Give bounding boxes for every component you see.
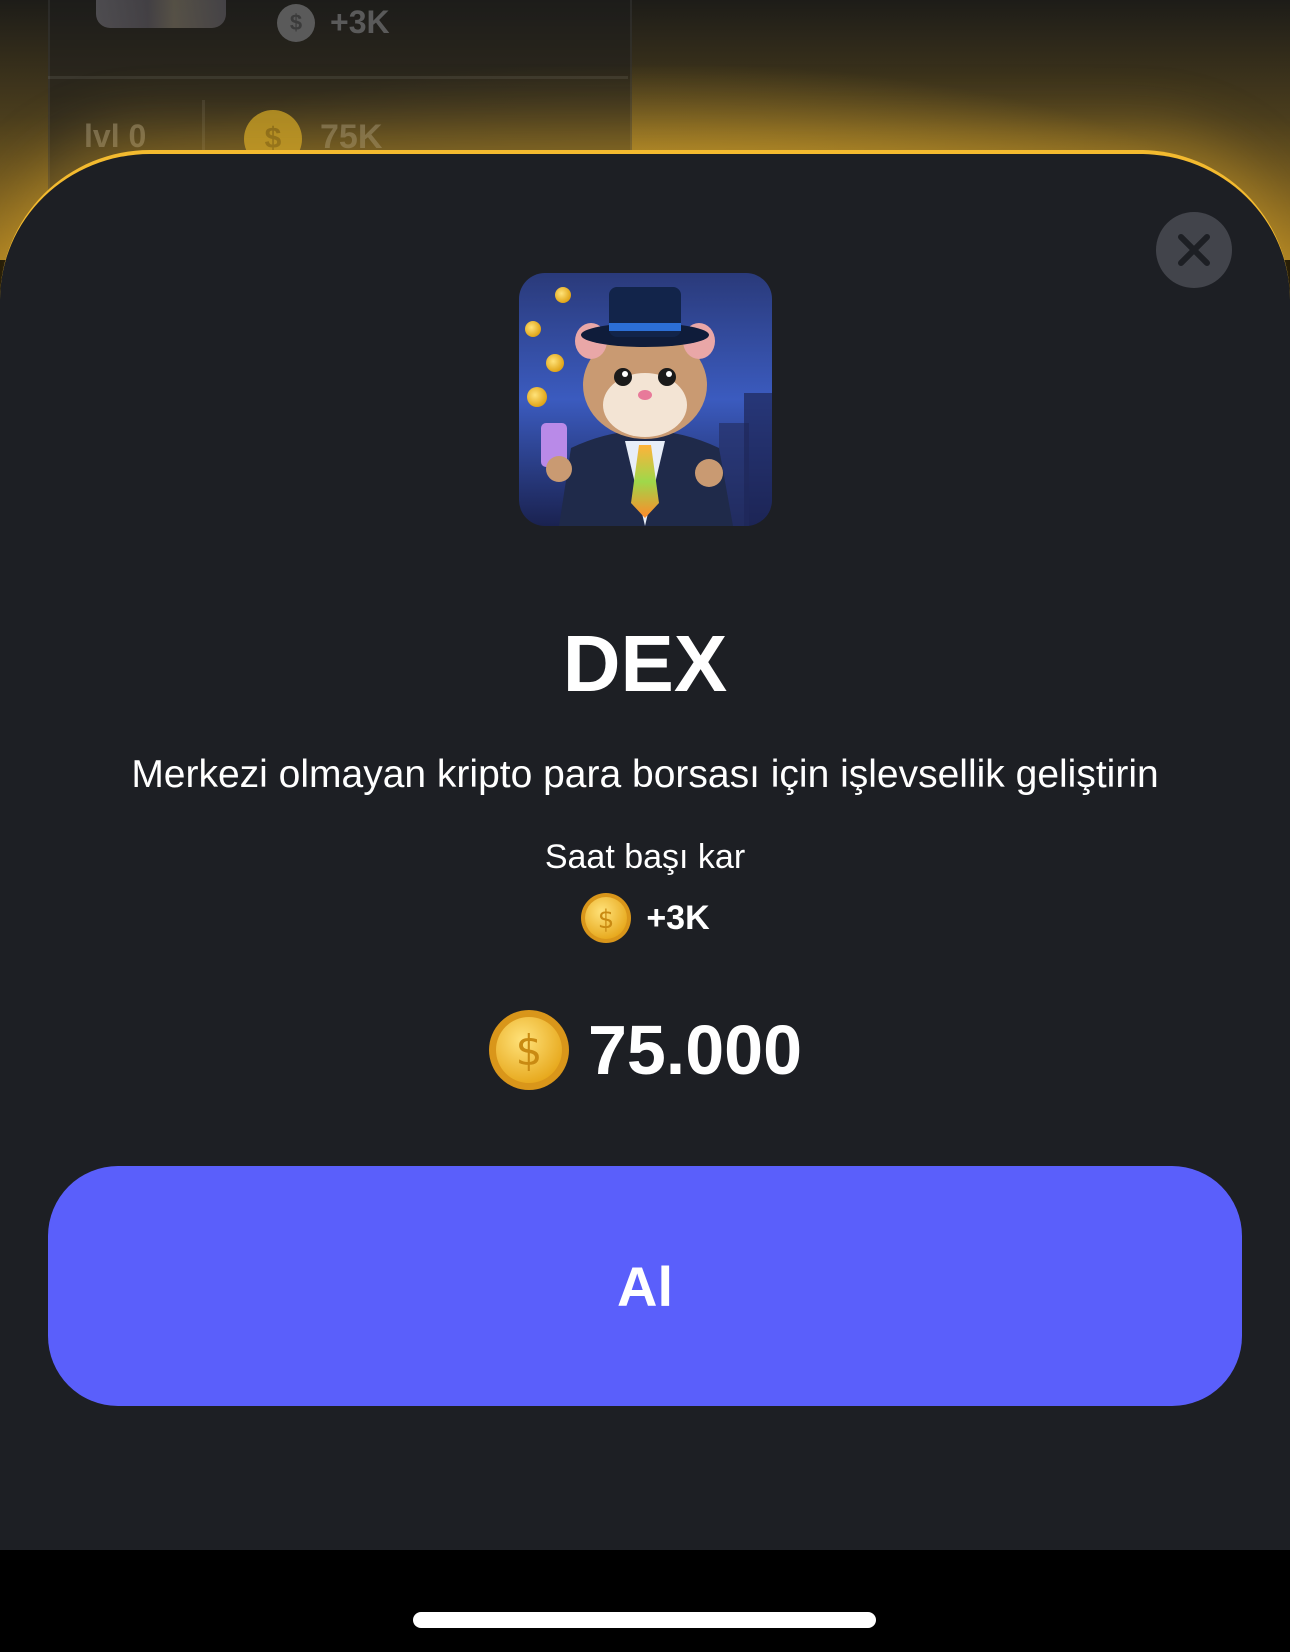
coin-icon: $ (277, 4, 315, 42)
buy-button[interactable]: Al (48, 1166, 1242, 1406)
app-screen: $ +3K lvl 0 $ 75K DEX Merkezi olmayan kr… (0, 0, 1290, 1652)
price-value: 75.000 (587, 1011, 803, 1089)
svg-text:$: $ (516, 1026, 543, 1075)
card-image (519, 273, 772, 526)
profit-per-hour: $ +3K (0, 892, 1290, 944)
card-title: DEX (562, 619, 728, 708)
hamster-tycoon-image (519, 273, 772, 526)
background-card-thumbnail (96, 0, 226, 28)
card-description: Merkezi olmayan kripto para borsası için… (131, 753, 1159, 796)
background-profit-text: +3K (330, 4, 390, 40)
home-bar-area (0, 1550, 1290, 1652)
profit-per-hour-label: Saat başı kar (544, 838, 746, 876)
card-price: $ 75.000 (0, 1008, 1290, 1092)
divider (48, 76, 628, 79)
coin-icon: $ (488, 1009, 570, 1091)
svg-text:$: $ (598, 905, 615, 935)
profit-value: +3K (646, 898, 710, 937)
background-level-text: lvl 0 (84, 118, 147, 154)
home-indicator[interactable] (413, 1612, 876, 1628)
coin-icon: $ (580, 892, 632, 944)
close-button[interactable] (1156, 212, 1232, 288)
close-icon (1178, 234, 1210, 266)
